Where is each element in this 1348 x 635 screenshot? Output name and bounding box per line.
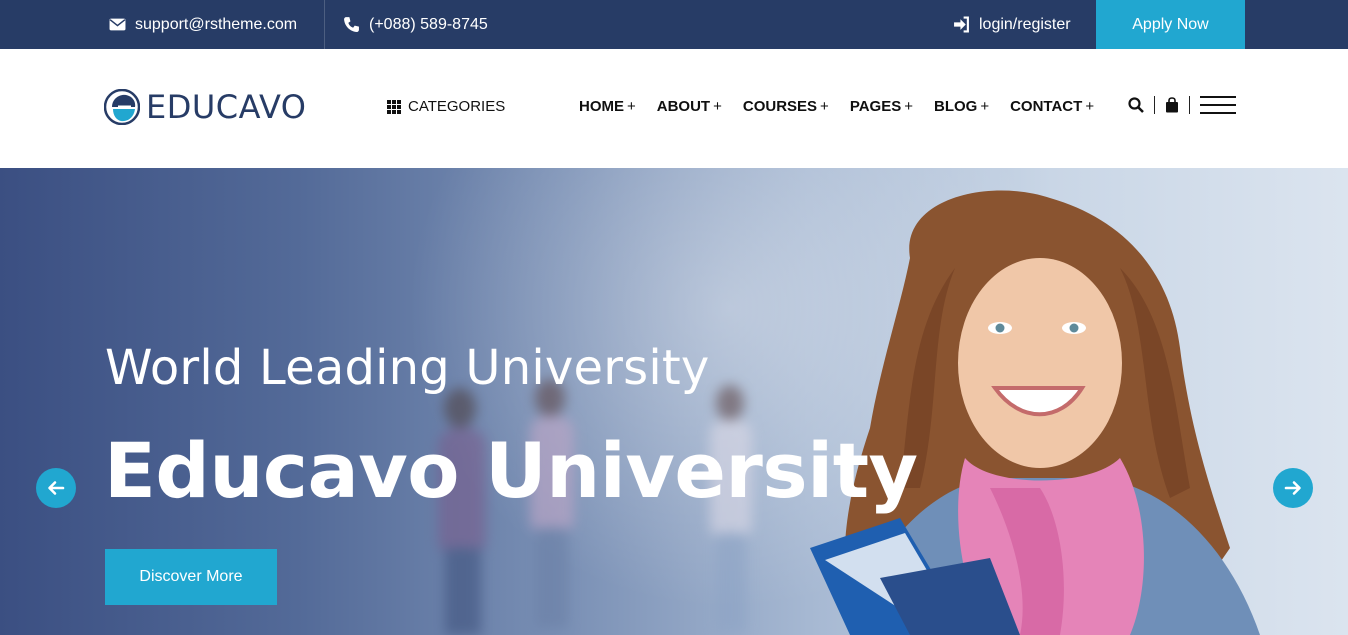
phone-icon	[344, 17, 359, 32]
hero-title: Educavo University	[104, 426, 918, 515]
main-header: EDUCAVO CATEGORIES HOME + ABOUT + COURSES +…	[0, 49, 1348, 168]
arrow-right-icon	[1284, 481, 1301, 495]
apply-now-button[interactable]: Apply Now	[1096, 0, 1245, 49]
categories-menu[interactable]: CATEGORIES	[387, 98, 505, 115]
email-text: support@rstheme.com	[135, 15, 298, 33]
login-text: login/register	[979, 15, 1071, 33]
nav-label: CONTACT	[1010, 98, 1083, 115]
contact-phone[interactable]: (+088) 589-8745	[343, 0, 488, 49]
tool-separator	[1189, 96, 1190, 114]
nav-item-about[interactable]: ABOUT +	[657, 98, 722, 115]
logo-mark-icon	[104, 89, 140, 125]
slider-prev-button[interactable]	[36, 468, 76, 508]
plus-icon: +	[820, 98, 829, 115]
plus-icon: +	[627, 98, 636, 115]
nav-label: ABOUT	[656, 98, 711, 115]
envelope-icon	[109, 18, 126, 31]
plus-icon: +	[904, 98, 913, 115]
search-icon[interactable]	[1128, 97, 1144, 113]
header-tools	[1128, 96, 1236, 114]
slider-next-button[interactable]	[1273, 468, 1313, 508]
plus-icon: +	[713, 98, 722, 115]
logo-text: EDUCAVO	[146, 88, 307, 126]
student-photo	[810, 190, 1260, 635]
nav-item-pages[interactable]: PAGES +	[850, 98, 913, 115]
tool-separator	[1154, 96, 1155, 114]
plus-icon: +	[980, 98, 990, 115]
main-navigation: HOME + ABOUT + COURSES + PAGES + BLOG + CONTA…	[579, 98, 1115, 115]
phone-text: (+088) 589-8745	[369, 15, 488, 33]
nav-label: COURSES	[742, 98, 818, 115]
nav-label: PAGES	[849, 98, 902, 115]
nav-label: HOME	[579, 98, 624, 115]
hero-slider: World Leading University Educavo Univers…	[0, 168, 1348, 635]
hamburger-menu-icon[interactable]	[1200, 96, 1236, 114]
grid-icon	[387, 99, 401, 114]
login-register-link[interactable]: login/register	[953, 0, 1071, 49]
contact-email[interactable]: support@rstheme.com	[109, 0, 297, 49]
nav-item-courses[interactable]: COURSES +	[743, 98, 829, 115]
nav-item-blog[interactable]: BLOG +	[934, 98, 989, 115]
shopping-bag-icon[interactable]	[1165, 97, 1179, 113]
topbar-divider	[324, 0, 325, 49]
arrow-left-icon	[48, 481, 65, 495]
top-bar: support@rstheme.com (+088) 589-8745 logi…	[0, 0, 1348, 49]
nav-item-home[interactable]: HOME +	[579, 98, 636, 115]
nav-item-contact[interactable]: CONTACT +	[1010, 98, 1094, 115]
plus-icon: +	[1085, 98, 1095, 115]
hero-subtitle: World Leading University	[105, 340, 710, 396]
nav-label: BLOG	[933, 98, 978, 115]
site-logo[interactable]: EDUCAVO	[104, 87, 306, 127]
discover-more-button[interactable]: Discover More	[105, 549, 277, 605]
sign-in-icon	[954, 16, 969, 33]
categories-label: CATEGORIES	[408, 98, 506, 115]
